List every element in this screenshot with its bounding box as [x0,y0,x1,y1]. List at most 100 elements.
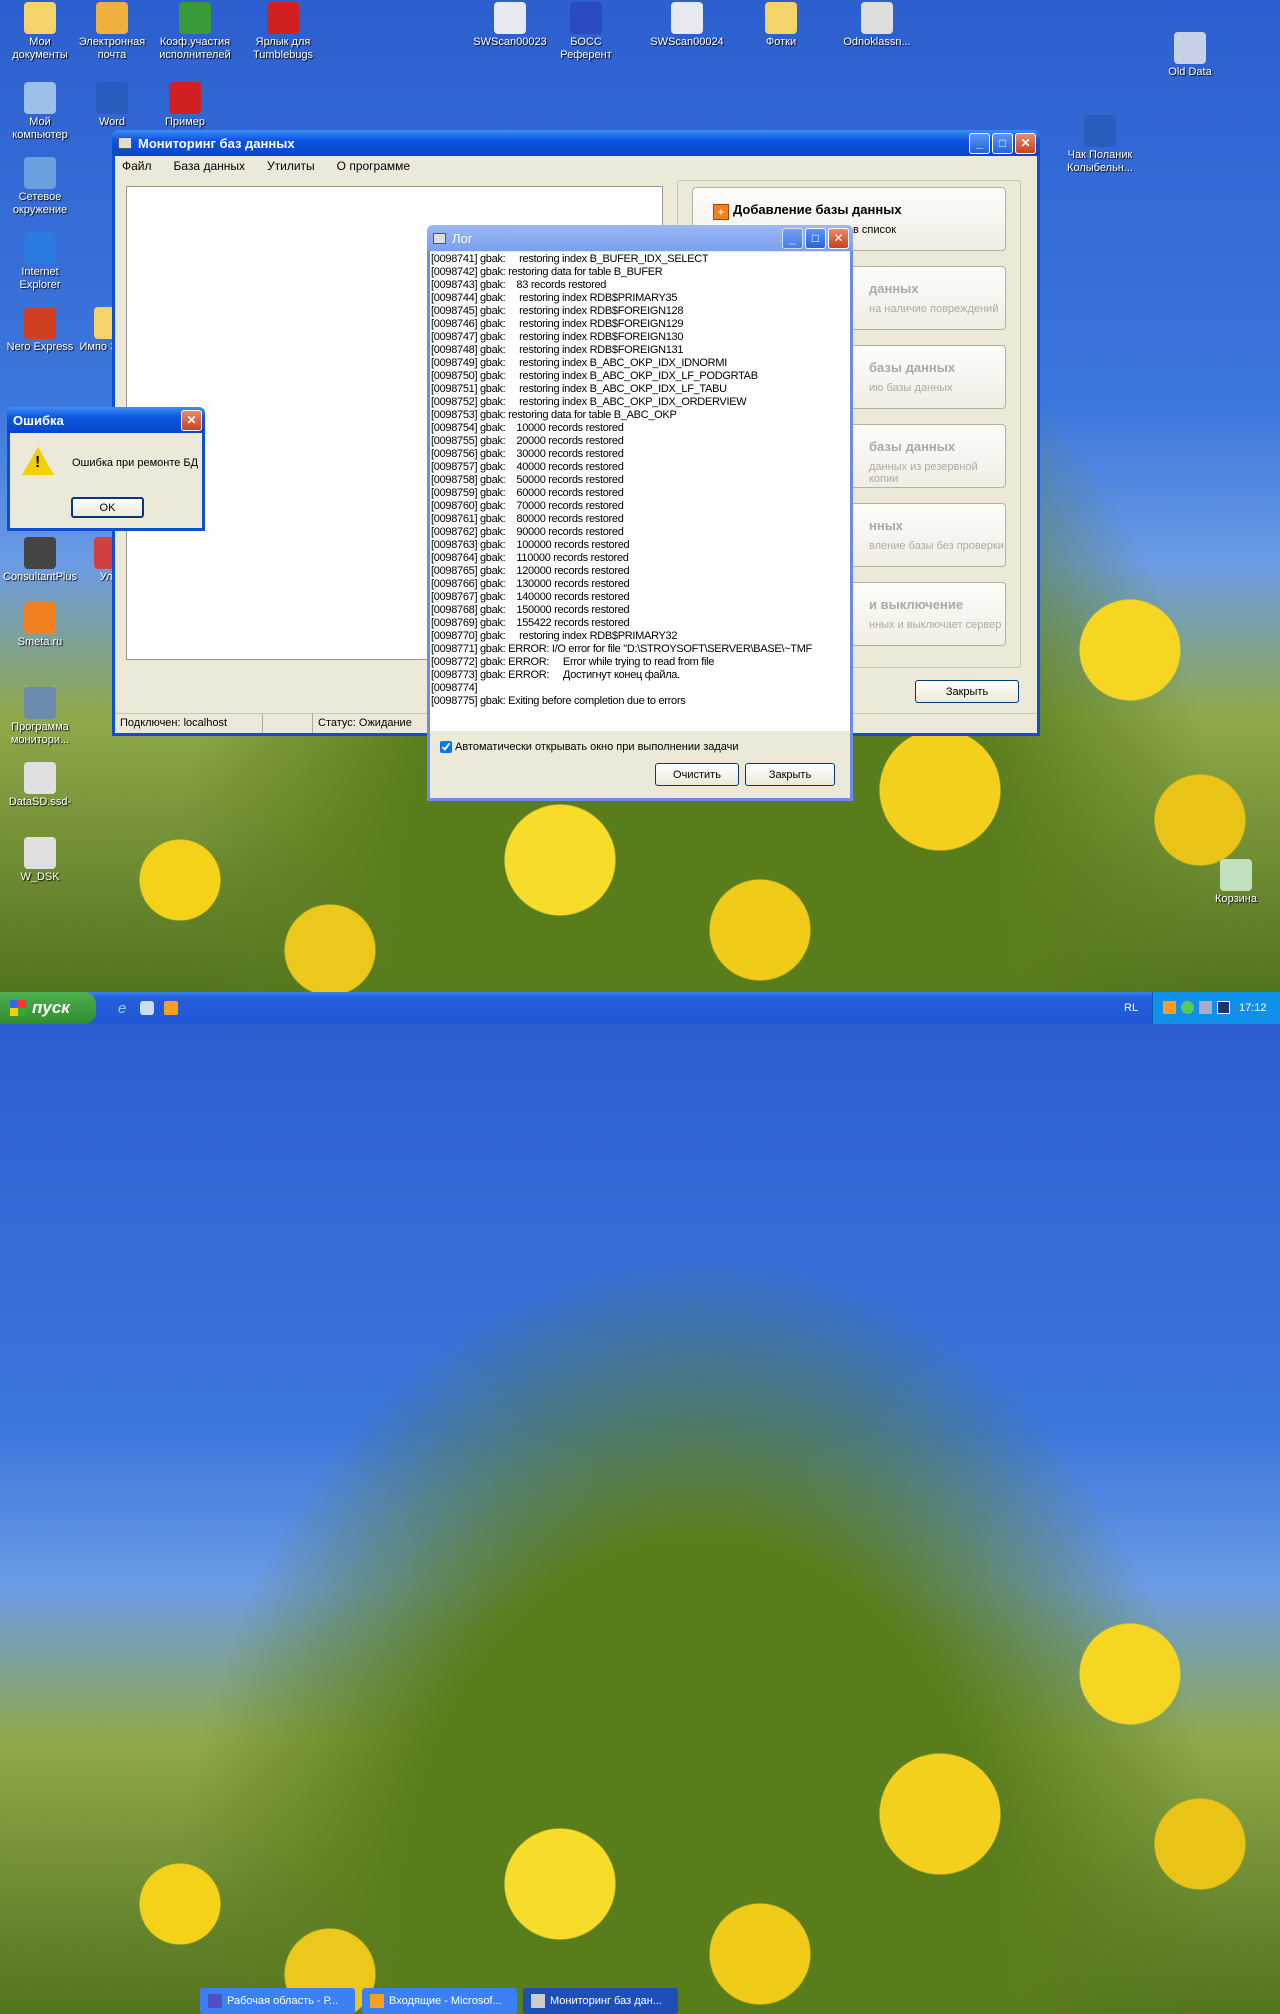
minimize-button[interactable]: _ [969,132,990,154]
log-maximize-button[interactable]: □ [805,227,826,249]
desktop-quicklaunch-icon[interactable] [140,1001,154,1015]
desktop-icon[interactable]: Odnoklassn... [837,2,917,49]
close-button[interactable]: ✕ [1015,132,1036,154]
action-title: базы данных [869,360,956,375]
error-title: Ошибка [13,412,64,428]
desktop-icon-image [24,82,56,114]
log-title-bar[interactable]: Лог _ □ ✕ [427,225,853,251]
taskbar: пуск e Рабочая область - Р... Входящие - … [0,992,1280,2014]
log-line: [0098745] gbak: restoring index RDB$FORE… [431,305,684,317]
desktop-icon[interactable]: Фотки [741,2,821,49]
error-title-bar[interactable]: Ошибка ✕ [7,407,205,433]
start-label: пуск [32,998,70,1017]
taskbar-task[interactable]: Мониторинг баз дан... [523,1988,678,2014]
task-icon [370,1994,384,2008]
taskbar-task[interactable]: Рабочая область - Р... [200,1988,355,2014]
action-title: Добавление базы данных [733,202,902,217]
log-line: [0098759] gbak: 60000 records restored [431,487,624,499]
clear-button[interactable]: Очистить [655,763,739,786]
outlook-quicklaunch-icon[interactable] [164,1001,178,1015]
log-line: [0098765] gbak: 120000 records restored [431,565,630,577]
desktop-icon[interactable]: DataSD.ssd- [0,762,80,809]
desktop-icon[interactable]: ConsultantPlus [0,537,80,584]
log-line: [0098771] gbak: ERROR: I/O error for fil… [431,643,812,655]
desktop-icon-image [24,602,56,634]
action-title: и выключение [869,597,964,612]
desktop-icon[interactable]: Чак Поланик Колыбельн... [1060,115,1140,175]
desktop-icon-image [267,2,299,34]
desktop-icon[interactable]: Ярлык для Tumblebugs [243,2,323,62]
desktop-icon[interactable]: Коэф.участия исполнителей [155,2,235,62]
log-line: [0098772] gbak: ERROR: Error while tryin… [431,656,715,668]
desktop-icon[interactable]: SWScan00023 [470,2,550,49]
ok-button[interactable]: OK [71,497,144,518]
desktop-icon[interactable]: Smeta.ru [0,602,80,649]
tray-monitor-icon[interactable] [1199,1001,1212,1014]
menu-item[interactable]: О программе [337,159,410,173]
clock[interactable]: 17:12 [1239,1002,1267,1014]
desktop-icon[interactable]: Корзина [1196,859,1276,906]
log-line: [0098748] gbak: restoring index RDB$FORE… [431,344,684,356]
desktop-icon[interactable]: Nero Express [0,307,80,354]
desktop-icon-label: Корзина [1215,893,1257,905]
action-subtitle: вление базы без проверки [869,540,1004,552]
desktop-icon[interactable]: Сетевое окружение [0,157,80,217]
log-close-action-button[interactable]: Закрыть [745,763,835,786]
connection-status: Подключен: localhost [115,714,263,733]
menu-item[interactable]: База данных [174,159,245,173]
desktop-icon[interactable]: Мои документы [0,2,80,62]
log-line: [0098743] gbak: 83 records restored [431,279,607,291]
desktop-icon[interactable]: W_DSK [0,837,80,884]
language-indicator[interactable]: RL [1124,1002,1138,1014]
desktop-icon[interactable]: Электронная почта [72,2,152,62]
desktop-icon-label: Internet Explorer [19,266,61,291]
desktop-icon-label: Мой компьютер [12,116,68,141]
tray-network-icon[interactable] [1181,1001,1194,1014]
desktop-icon-label: Чак Поланик Колыбельн... [1067,149,1133,174]
error-dialog: Ошибка ✕ ! Ошибка при ремонте БД OK [7,407,205,531]
desktop-icon[interactable]: Пример [145,82,225,129]
taskbar-task[interactable]: Входящие - Microsof... [362,1988,517,2014]
menu-item[interactable]: Утилиты [267,159,315,173]
desktop-icon[interactable]: Word [72,82,152,129]
auto-open-checkbox[interactable]: Автоматически открывать окно при выполне… [440,741,739,753]
log-line: [0098760] gbak: 70000 records restored [431,500,624,512]
start-button[interactable]: пуск [0,992,96,1024]
log-line: [0098767] gbak: 140000 records restored [431,591,630,603]
maximize-button[interactable]: □ [992,132,1013,154]
log-line: [0098752] gbak: restoring index B_ABC_OK… [431,396,747,408]
desktop-icon-image [570,2,602,34]
menu-item[interactable]: Файл [122,159,152,173]
log-line: [0098774] [431,682,478,694]
task-icon [208,1994,222,2008]
tray-outlook-icon[interactable] [1163,1001,1176,1014]
log-line: [0098770] gbak: restoring index RDB$PRIM… [431,630,678,642]
log-window: Лог _ □ ✕ [0098741] gbak: restoring inde… [427,225,853,801]
ie-quicklaunch-icon[interactable]: e [118,1000,126,1017]
desktop-icon[interactable]: Internet Explorer [0,232,80,292]
log-line: [0098755] gbak: 20000 records restored [431,435,624,447]
log-minimize-button[interactable]: _ [782,227,803,249]
desktop-icon-label: Электронная почта [78,36,146,61]
error-message: Ошибка при ремонте БД [72,457,199,469]
desktop-icon-label: Ярлык для Tumblebugs [252,36,314,61]
log-close-button[interactable]: ✕ [828,227,849,249]
log-line: [0098762] gbak: 90000 records restored [431,526,624,538]
action-title: базы данных [869,439,956,454]
error-close-button[interactable]: ✕ [181,409,202,431]
log-line: [0098744] gbak: restoring index RDB$PRIM… [431,292,678,304]
desktop-icon[interactable]: Old Data [1150,32,1230,79]
desktop-icon[interactable]: БОСС Референт [546,2,626,62]
desktop-icon[interactable]: SWScan00024 [647,2,727,49]
log-text[interactable]: [0098741] gbak: restoring index B_BUFER_… [430,252,850,731]
desktop-icon-label: Мои документы [12,36,68,61]
system-tray: 17:12 [1152,992,1280,1024]
desktop-icon[interactable]: Мой компьютер [0,82,80,142]
log-line: [0098758] gbak: 50000 records restored [431,474,624,486]
tray-media-icon[interactable] [1217,1001,1230,1014]
auto-open-check[interactable] [440,741,452,753]
main-title-bar[interactable]: Мониторинг баз данных _ □ ✕ [112,130,1040,156]
main-close-button[interactable]: Закрыть [915,680,1019,703]
log-icon [433,232,446,244]
desktop-icon[interactable]: Программа монитори... [0,687,80,747]
